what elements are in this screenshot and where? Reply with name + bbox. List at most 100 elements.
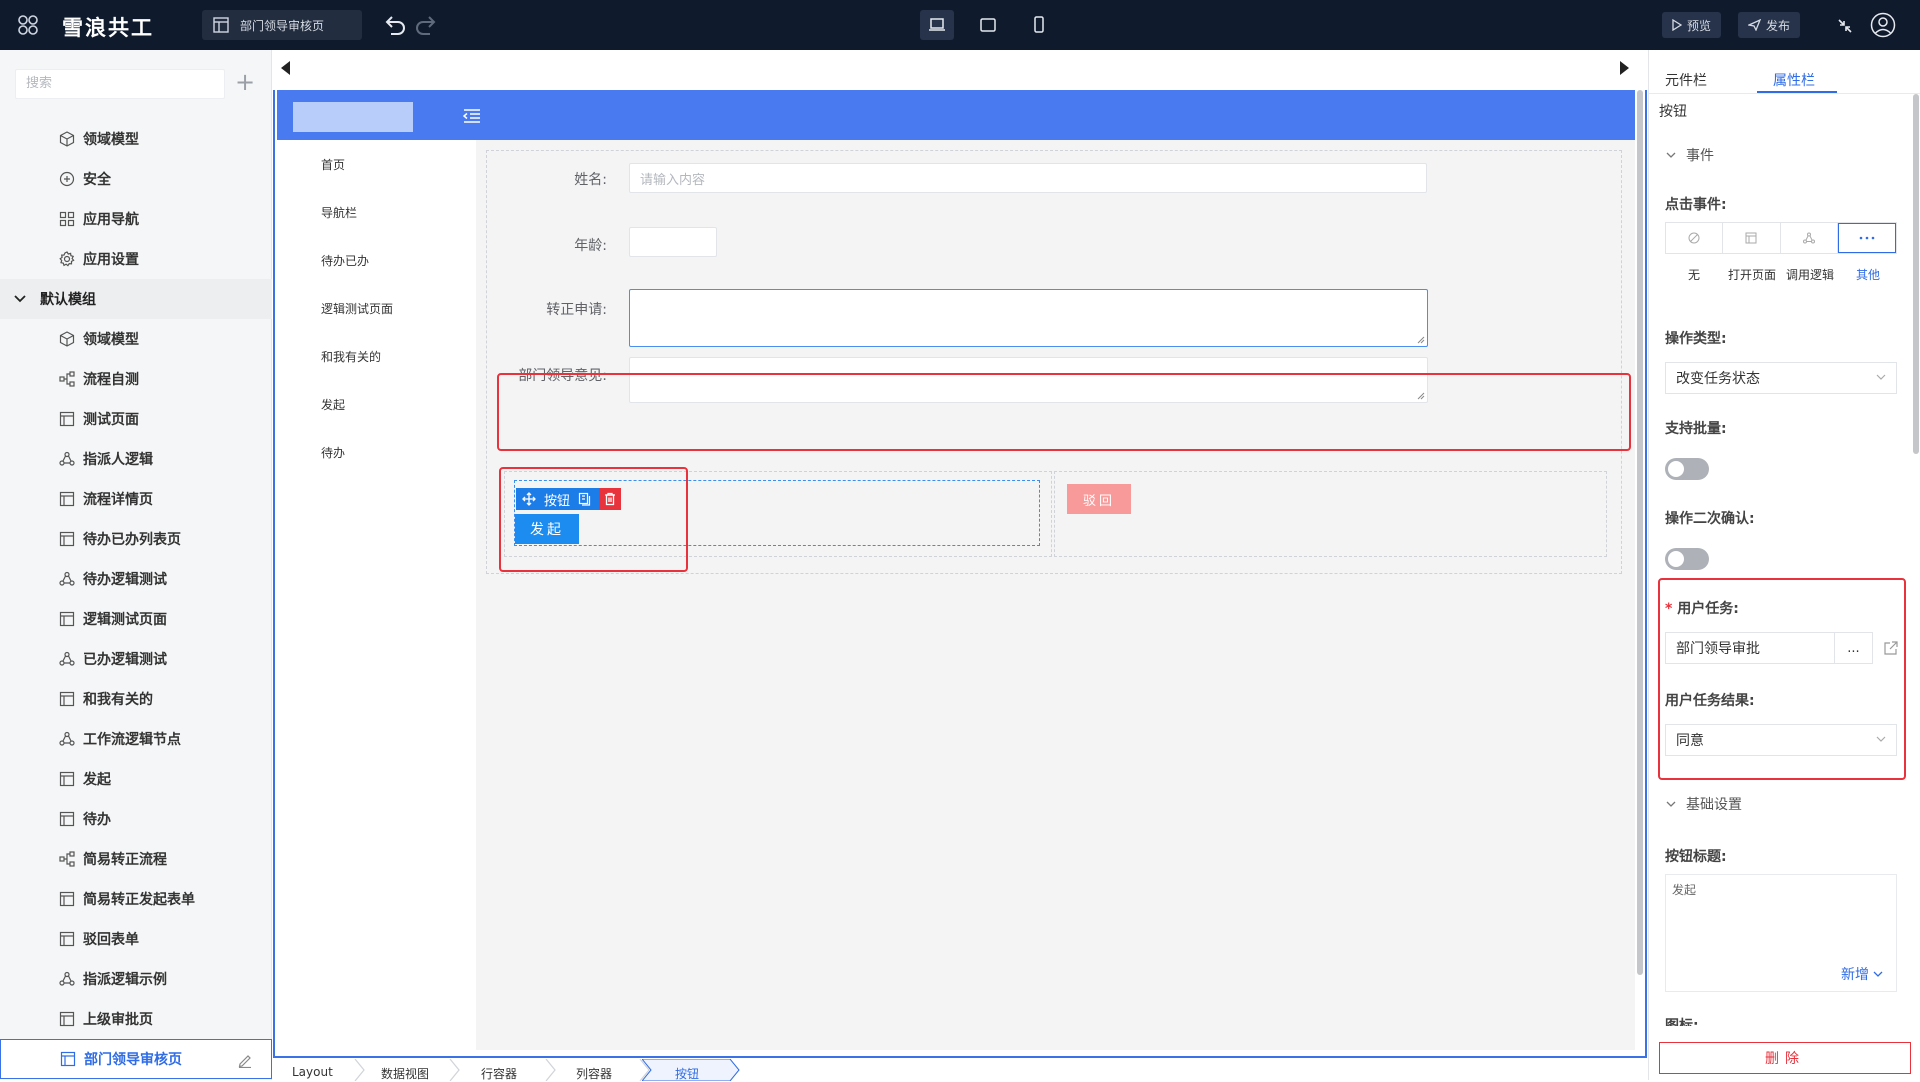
tree-item-related-to-me[interactable]: 和我有关的	[0, 679, 272, 719]
logic-icon	[59, 451, 75, 467]
collapse-left-icon[interactable]	[279, 60, 291, 76]
tree-item-todo-list[interactable]: 待办已办列表页	[0, 519, 272, 559]
page-icon	[59, 531, 75, 547]
event-other-label: 其他	[1855, 268, 1880, 282]
nav-item-navbar[interactable]: 导航栏	[277, 188, 476, 236]
tree-item-dept-leader-review[interactable]: 部门领导审核页	[0, 1039, 272, 1079]
collapse-icon[interactable]	[1837, 18, 1853, 34]
tree-item-simple-flow[interactable]: 简易转正流程	[0, 839, 272, 879]
tab-properties[interactable]: 属性栏	[1773, 70, 1815, 90]
tree-item-done-logic[interactable]: 已办逻辑测试	[0, 639, 272, 679]
tab-components[interactable]: 元件栏	[1665, 70, 1707, 90]
tree-item-flow-selftest[interactable]: 流程自测	[0, 359, 272, 399]
event-call-logic-option[interactable]	[1781, 223, 1838, 253]
module-group-default[interactable]: 默认模组	[0, 279, 272, 319]
nav-item-logic-test[interactable]: 逻辑测试页面	[277, 284, 476, 332]
resize-handle-icon[interactable]	[1417, 336, 1425, 344]
section-basic[interactable]: 基础设置	[1666, 794, 1742, 814]
form-row-age: 年龄:	[487, 225, 1623, 261]
launch-button[interactable]: 发起	[515, 514, 579, 544]
column-container-right[interactable]	[1054, 471, 1607, 557]
desktop-view-icon[interactable]	[920, 10, 954, 40]
left-panel: 搜索 + 领域模型 安全 应用导航 应用设置 默认模组 领域模型 流程自测 测试…	[0, 50, 272, 1080]
tree-item-security[interactable]: 安全	[0, 159, 272, 199]
nav-item-todo[interactable]: 待办	[277, 428, 476, 476]
tree-item-label: 简易转正发起表单	[83, 892, 195, 908]
crumb-button[interactable]: 按钮	[675, 1065, 699, 1082]
tree-item-flow-detail[interactable]: 流程详情页	[0, 479, 272, 519]
event-open-page-option[interactable]	[1723, 223, 1781, 253]
crumb-data-view[interactable]: 数据视图	[381, 1065, 429, 1082]
chevron-right-icon	[354, 1059, 365, 1081]
current-page-tab[interactable]: 部门领导审核页	[202, 10, 362, 40]
tree-item-workflow-logic[interactable]: 工作流逻辑节点	[0, 719, 272, 759]
tree-item-reject-form[interactable]: 驳回表单	[0, 919, 272, 959]
tree-item-superior-approval[interactable]: 上级审批页	[0, 999, 272, 1039]
tree-item-label: 工作流逻辑节点	[83, 732, 181, 748]
tree-item-app-nav[interactable]: 应用导航	[0, 199, 272, 239]
operation-type-select[interactable]: 改变任务状态	[1665, 362, 1897, 394]
search-input[interactable]: 搜索	[15, 69, 225, 99]
panel-scrollbar[interactable]	[1913, 94, 1919, 454]
age-label: 年龄:	[574, 238, 607, 254]
crumb-layout[interactable]: Layout	[292, 1065, 333, 1079]
reject-button[interactable]: 驳回	[1067, 484, 1131, 514]
name-input[interactable]: 请输入内容	[629, 163, 1427, 193]
page-icon	[59, 891, 75, 907]
flow-icon	[59, 851, 75, 867]
task-result-select[interactable]: 同意	[1665, 724, 1897, 756]
edit-icon[interactable]	[237, 1052, 253, 1068]
tablet-view-icon[interactable]	[971, 10, 1005, 40]
event-none-option[interactable]	[1666, 223, 1724, 253]
delete-component-button[interactable]: 删除	[1659, 1042, 1911, 1074]
page-icon	[59, 931, 75, 947]
tree-item-todo-logic[interactable]: 待办逻辑测试	[0, 559, 272, 599]
app-grid-icon[interactable]	[10, 10, 46, 40]
tree-item-domain-model-2[interactable]: 领域模型	[0, 319, 272, 359]
user-task-field[interactable]: 部门领导审批	[1665, 632, 1835, 664]
tree-item-test-page[interactable]: 测试页面	[0, 399, 272, 439]
nav-item-home[interactable]: 首页	[277, 140, 476, 188]
move-icon[interactable]	[522, 492, 536, 506]
tree-item-todo[interactable]: 待办	[0, 799, 272, 839]
redo-icon[interactable]	[414, 14, 438, 36]
plus-icon[interactable]: +	[235, 70, 255, 94]
external-link-icon[interactable]	[1883, 640, 1899, 656]
tree-item-launch[interactable]: 发起	[0, 759, 272, 799]
user-task-more-button[interactable]: ...	[1835, 632, 1873, 664]
logic-icon	[59, 571, 75, 587]
crumb-row-container[interactable]: 行容器	[481, 1065, 517, 1082]
page-tree: 领域模型 安全 应用导航 应用设置 默认模组 领域模型 流程自测 测试页面 指派…	[0, 119, 272, 1079]
batch-toggle[interactable]	[1665, 458, 1709, 480]
delete-icon[interactable]	[599, 488, 622, 510]
avatar[interactable]	[1870, 12, 1896, 38]
copy-icon[interactable]	[578, 492, 591, 506]
nav-item-related[interactable]: 和我有关的	[277, 332, 476, 380]
preview-button[interactable]: 预览	[1662, 12, 1722, 38]
age-input[interactable]	[629, 227, 717, 257]
menu-fold-icon[interactable]	[463, 109, 481, 123]
nav-item-todo-done[interactable]: 待办已办	[277, 236, 476, 284]
tree-item-assign-example[interactable]: 指派逻辑示例	[0, 959, 272, 999]
section-events-label: 事件	[1686, 148, 1714, 164]
publish-button[interactable]: 发布	[1738, 12, 1801, 38]
collapse-right-icon[interactable]	[1619, 60, 1631, 76]
add-new-link[interactable]: 新增	[1841, 964, 1883, 984]
tree-item-assignee-logic[interactable]: 指派人逻辑	[0, 439, 272, 479]
tree-item-app-settings[interactable]: 应用设置	[0, 239, 272, 279]
logic-icon	[59, 971, 75, 987]
tree-item-logic-test-page[interactable]: 逻辑测试页面	[0, 599, 272, 639]
undo-icon[interactable]	[383, 14, 407, 36]
crumb-column-container[interactable]: 列容器	[576, 1065, 612, 1082]
nav-item-launch[interactable]: 发起	[277, 380, 476, 428]
mobile-view-icon[interactable]	[1022, 10, 1056, 40]
canvas-scrollbar[interactable]	[1637, 90, 1643, 975]
tree-item-simple-form[interactable]: 简易转正发起表单	[0, 879, 272, 919]
confirm-toggle[interactable]	[1665, 548, 1709, 570]
event-other-option[interactable]	[1837, 223, 1896, 253]
apply-textarea[interactable]	[629, 289, 1428, 347]
tree-item-label: 测试页面	[83, 412, 139, 428]
section-events[interactable]: 事件	[1666, 145, 1714, 165]
tree-item-domain-model[interactable]: 领域模型	[0, 119, 272, 159]
tree-item-label: 逻辑测试页面	[83, 612, 167, 628]
